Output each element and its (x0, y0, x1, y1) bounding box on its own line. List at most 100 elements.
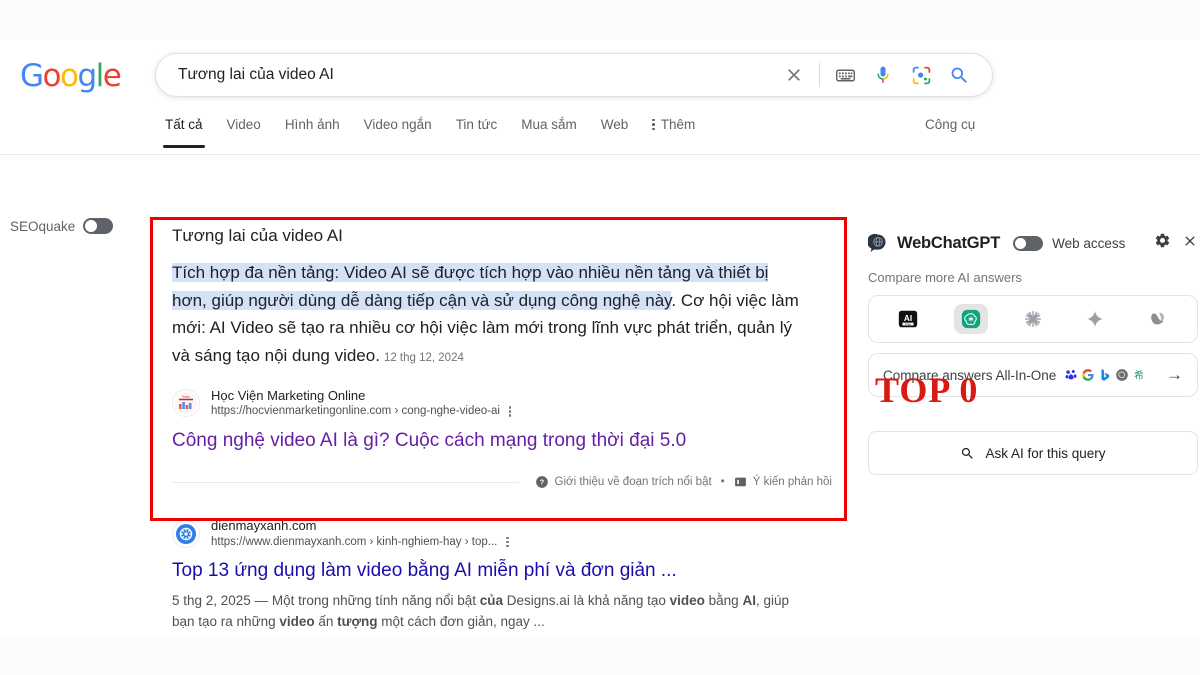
result2-snippet-date: 5 thg 2, 2025 — (172, 592, 272, 608)
chatgpt-small-icon (1116, 369, 1129, 381)
bing-icon (1101, 369, 1110, 381)
featured-snippet-footer: ? Giới thiệu về đoạn trích nổi bật • Ý k… (172, 475, 832, 489)
ask-ai-label: Ask AI for this query (985, 445, 1106, 461)
about-featured-snippet-link[interactable]: ? Giới thiệu về đoạn trích nổi bật (535, 475, 712, 489)
result2-source-url-row: https://www.dienmayxanh.com › kinh-nghie… (211, 535, 509, 549)
result2-snippet-b2: video (669, 592, 705, 608)
tab-more-label: Thêm (660, 117, 696, 132)
browser-top-band (0, 0, 1200, 40)
ai-service-gemini[interactable] (1078, 304, 1112, 334)
search-bar-icons (775, 56, 992, 94)
tools-button[interactable]: Công cụ (925, 117, 975, 132)
search-results-column: Tương lai của video AI Tích hợp đa nền t… (172, 226, 832, 632)
tab-more[interactable]: Thêm (652, 106, 695, 132)
ask-ai-button[interactable]: Ask AI for this query (868, 431, 1198, 475)
svg-text:希: 希 (1134, 369, 1144, 382)
featured-snippet: Tương lai của video AI Tích hợp đa nền t… (172, 226, 832, 489)
result2-snippet: 5 thg 2, 2025 — Một trong những tính năn… (172, 590, 800, 632)
compare-answers-row[interactable]: Compare answers All-In-One 希 → TOP 0 (868, 353, 1198, 408)
dienmayxanh-favicon (172, 519, 200, 548)
about-featured-snippet-label: Giới thiệu về đoạn trích nổi bật (554, 476, 712, 489)
featured-snippet-source-text: Học Viện Marketing Online https://hocvie… (211, 388, 512, 419)
browser-bottom-band (0, 637, 1200, 675)
google-logo[interactable]: Google (20, 58, 122, 94)
result2-snippet-p3: bằng (704, 592, 743, 608)
result2-snippet-b4: video (279, 613, 315, 629)
google-search-page: Google Tương lai của video AI Tất cả Vid… (0, 40, 1200, 637)
microphone-icon[interactable] (864, 56, 902, 94)
webchatgpt-panel: WebChatGPT Web access Compare more AI an… (868, 230, 1198, 475)
result2-snippet-b1: của (479, 592, 504, 608)
logo-letter-g1: G (20, 58, 44, 94)
logo-letter-l: l (95, 58, 105, 94)
seoquake-toggle[interactable] (83, 218, 114, 234)
featured-snippet-source-url-row: https://hocvienmarketingonline.com › con… (211, 404, 512, 418)
featured-snippet-date: 12 thg 12, 2024 (383, 351, 464, 364)
feedback-flag-icon (734, 477, 746, 487)
hocvienmarketing-favicon: hvm (172, 389, 200, 418)
tab-images[interactable]: Hình ảnh (285, 106, 340, 132)
tab-video[interactable]: Video (227, 106, 261, 132)
more-dots-icon (652, 118, 655, 131)
search-icon (962, 447, 974, 459)
ai-service-ai-free[interactable]: AI Free (891, 304, 925, 334)
search-icons-divider (819, 63, 820, 87)
logo-letter-o2: o (60, 58, 79, 94)
ai-service-claude[interactable] (1016, 304, 1050, 334)
featured-snippet-query: Tương lai của video AI (172, 226, 343, 245)
result2-options-kebab-icon[interactable] (506, 536, 509, 547)
search-bar[interactable] (155, 53, 993, 97)
result2-source-url: https://www.dienmayxanh.com › kinh-nghie… (211, 535, 498, 548)
google-lens-icon[interactable] (902, 56, 940, 94)
footer-separator: • (720, 476, 725, 489)
result2-snippet-b3: AI (742, 592, 756, 608)
result2-title[interactable]: Top 13 ứng dụng làm video bằng AI miễn p… (172, 559, 832, 584)
seoquake-widget[interactable]: SEOquake (10, 218, 114, 234)
logo-letter-e: e (102, 58, 122, 94)
webchatgpt-header: WebChatGPT Web access (868, 230, 1198, 256)
svg-text:hvm: hvm (182, 394, 190, 399)
ai-service-chatgpt[interactable] (953, 304, 988, 334)
compare-answers-label: Compare answers All-In-One (883, 367, 1057, 383)
result2-source[interactable]: dienmayxanh.com https://www.dienmayxanh.… (172, 518, 832, 549)
web-access-toggle[interactable] (1013, 235, 1044, 251)
web-access-label: Web access (1052, 235, 1126, 251)
result-options-kebab-icon[interactable] (508, 406, 512, 417)
ai-services-row: AI Free (868, 295, 1198, 343)
feedback-label: Ý kiến phản hồi (752, 476, 832, 489)
result2-snippet-b5: tượng (337, 613, 378, 629)
featured-snippet-source[interactable]: hvm Học Viện Marketing Online https://ho… (172, 388, 832, 419)
search-tabs: Tất cả Video Hình ảnh Video ngắn Tin tức… (163, 106, 719, 154)
close-icon[interactable] (1182, 233, 1198, 254)
tab-short-videos[interactable]: Video ngắn (364, 106, 432, 132)
result2-source-text: dienmayxanh.com https://www.dienmayxanh.… (211, 518, 509, 549)
help-icon: ? (535, 476, 548, 489)
webchatgpt-header-icons (1154, 232, 1198, 254)
webchatgpt-title: WebChatGPT (897, 233, 1001, 252)
compare-arrow-icon[interactable]: → (1166, 365, 1183, 385)
google-icon (1082, 369, 1094, 381)
keyboard-icon[interactable] (826, 56, 864, 94)
footer-divider (172, 481, 519, 483)
result2-snippet-p5: ấn (314, 613, 338, 629)
featured-snippet-result-title[interactable]: Công nghệ video AI là gì? Cuộc cách mạng… (172, 429, 832, 454)
tab-all[interactable]: Tất cả (163, 106, 205, 148)
result2-snippet-p1: Một trong những tính năng nổi bật (271, 592, 480, 608)
search-tabs-bar: Tất cả Video Hình ảnh Video ngắn Tin tức… (0, 106, 1200, 155)
baidu-icon (1065, 369, 1077, 380)
tab-shopping[interactable]: Mua sắm (521, 106, 577, 132)
featured-snippet-source-name: Học Viện Marketing Online (211, 388, 366, 403)
svg-text:?: ? (539, 478, 544, 487)
search-submit-icon[interactable] (940, 56, 978, 94)
featured-snippet-body: Tích hợp đa nền tảng: Video AI sẽ được t… (172, 259, 800, 372)
gear-icon[interactable] (1154, 232, 1171, 254)
compare-service-icons: 希 (1064, 368, 1146, 382)
tab-web[interactable]: Web (601, 106, 629, 132)
result2-snippet-p2: Designs.ai là khả năng tạo (503, 592, 670, 608)
clear-icon[interactable] (775, 56, 813, 94)
search-input[interactable] (176, 65, 775, 85)
ai-service-copilot[interactable] (1141, 304, 1175, 334)
tab-news[interactable]: Tin tức (456, 106, 498, 132)
seoquake-label: SEOquake (10, 218, 76, 234)
feedback-link[interactable]: Ý kiến phản hồi (734, 476, 832, 489)
